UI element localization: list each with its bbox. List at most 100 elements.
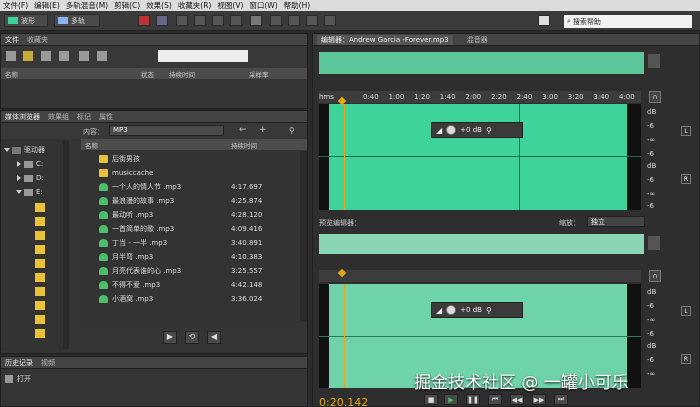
play-file-icon[interactable] (79, 51, 89, 61)
rewind-button[interactable]: ◀◀ (510, 394, 524, 405)
marquee-tool-icon[interactable] (270, 15, 282, 26)
menu-favorites[interactable]: 收藏夹(R) (175, 0, 215, 11)
time-ruler[interactable]: hms 0:40 1:00 1:20 1:40 2:00 2:20 2:40 3:00 3:20… (319, 91, 641, 103)
close-file-icon[interactable] (59, 51, 69, 61)
menu-window[interactable]: 窗口(W) (246, 0, 280, 11)
slip-tool-icon[interactable] (212, 15, 224, 26)
preview-ruler[interactable] (319, 270, 641, 282)
tree-folder[interactable] (35, 259, 45, 268)
preview-volume-knob[interactable] (446, 305, 457, 315)
preview-navigator-icon[interactable] (648, 236, 660, 250)
tree-drive-c[interactable]: C: (17, 157, 43, 171)
tree-folder[interactable] (35, 301, 45, 310)
pitch-icon[interactable] (156, 15, 168, 26)
list-item[interactable]: musiccache (81, 166, 299, 180)
filter-icon[interactable]: ⚲ (289, 126, 295, 135)
files-search-input[interactable] (158, 50, 248, 62)
menu-help[interactable]: 帮助(H) (281, 0, 314, 11)
tree-scrollbar[interactable] (63, 141, 69, 349)
list-item[interactable]: 丁当 - 一半 .mp3 3:40.891 (81, 236, 299, 250)
pin-icon[interactable]: ⚲ (486, 126, 492, 135)
tree-folder[interactable] (35, 273, 45, 282)
tab-history[interactable]: 历史记录 (5, 358, 33, 368)
move-tool-icon[interactable] (176, 15, 188, 26)
list-item[interactable]: 不得不爱 .mp3 4:42.148 (81, 278, 299, 292)
workspace-icon[interactable] (538, 15, 550, 26)
tree-folder[interactable] (35, 217, 45, 226)
list-item[interactable]: 后街男孩 (81, 152, 299, 166)
new-file-icon[interactable] (6, 51, 16, 61)
playhead[interactable] (344, 104, 345, 210)
tree-folder[interactable] (35, 287, 45, 296)
tree-folder[interactable] (35, 245, 45, 254)
tree-drive-d[interactable]: D: (17, 171, 44, 185)
volume-knob[interactable] (446, 125, 457, 135)
preview-pin-icon[interactable]: ⚲ (486, 306, 492, 315)
tab-files[interactable]: 文件 (5, 35, 19, 45)
overview-waveform[interactable] (319, 52, 644, 74)
spot-heal-icon[interactable] (324, 15, 336, 26)
menu-view[interactable]: 视图(V) (214, 0, 246, 11)
tab-markers[interactable]: 标记 (77, 112, 91, 122)
menu-file[interactable]: 文件(F) (0, 0, 31, 11)
menu-multitrack[interactable]: 多轨混音(M) (63, 0, 111, 11)
skip-end-button[interactable]: ⏭ (554, 394, 568, 405)
menu-edit[interactable]: 编辑(E) (31, 0, 63, 11)
auto-play-button[interactable]: ◀ (207, 331, 221, 344)
multitrack-view-button[interactable]: 多轨 (54, 14, 100, 27)
play-preview-button[interactable]: ▶ (163, 331, 177, 344)
time-select-icon[interactable] (230, 15, 242, 26)
list-item[interactable]: 月半弯 .mp3 4:10.383 (81, 250, 299, 264)
zoom-select[interactable]: 独立 (587, 216, 645, 227)
tab-effects-rack[interactable]: 效果组 (48, 112, 69, 122)
tree-folder[interactable] (35, 231, 45, 240)
tab-media-browser[interactable]: 媒体浏览器 (5, 112, 40, 122)
stop-button[interactable]: ■ (424, 394, 438, 405)
skip-start-button[interactable]: ⏮ (488, 394, 502, 405)
list-item[interactable]: 最浪漫的故事 .mp3 4:25.874 (81, 194, 299, 208)
tab-video[interactable]: 视频 (41, 358, 55, 368)
tab-favorites[interactable]: 收藏夹 (27, 35, 48, 45)
tree-folder[interactable] (35, 329, 45, 338)
preview-overview[interactable] (319, 234, 644, 254)
tree-drive-e[interactable]: E: (16, 185, 43, 199)
file-list-scrollbar[interactable] (300, 151, 307, 321)
preview-headphone-icon[interactable]: ∩ (649, 270, 661, 282)
tree-folder[interactable] (35, 203, 45, 212)
preview-channel-right-button[interactable]: R (681, 354, 691, 364)
menu-clip[interactable]: 剪辑(C) (111, 0, 143, 11)
waveform-view-button[interactable]: 波形 (4, 14, 48, 27)
tab-mixer[interactable]: 混音器 (467, 35, 488, 45)
channel-left-button[interactable]: L (681, 126, 691, 136)
preview-volume-control[interactable]: ◢ +0 dB ⚲ (431, 302, 523, 318)
brush-tool-icon[interactable] (306, 15, 318, 26)
list-item[interactable]: 一首简单的歌 .mp3 4:09.416 (81, 222, 299, 236)
menu-effects[interactable]: 效果(S) (143, 0, 175, 11)
history-item[interactable]: 打开 (5, 374, 31, 384)
tree-folder[interactable] (35, 315, 45, 324)
volume-control[interactable]: ◢ +0 dB ⚲ (431, 122, 523, 138)
search-help-field[interactable]: ⌕ 搜索帮助 (564, 15, 692, 28)
add-shortcut-icon[interactable]: + (259, 125, 267, 135)
play-button[interactable]: ▶ (444, 394, 458, 405)
preview-playhead[interactable] (344, 284, 345, 388)
spectral-icon[interactable] (138, 15, 150, 26)
zoom-navigator-icon[interactable] (648, 54, 660, 68)
list-item[interactable]: 小酒窝 .mp3 3:36.024 (81, 292, 299, 306)
pause-button[interactable]: ❚❚ (466, 394, 480, 405)
tab-properties[interactable]: 属性 (99, 112, 113, 122)
main-waveform[interactable] (319, 104, 641, 210)
open-file-icon[interactable] (23, 51, 33, 61)
content-select[interactable]: MP3 (109, 125, 224, 136)
channel-right-button[interactable]: R (681, 174, 691, 184)
headphone-icon[interactable]: ∩ (649, 91, 661, 103)
text-cursor-icon[interactable] (250, 15, 262, 26)
list-item[interactable]: 一个人的情人节 .mp3 4:17.697 (81, 180, 299, 194)
tab-editor[interactable]: 编辑器：Andrew Garcia -Forever.mp3 (317, 34, 453, 45)
loop-file-icon[interactable] (97, 51, 107, 61)
loop-preview-button[interactable]: ⟲ (185, 331, 199, 344)
list-item[interactable]: 月亮代表谁的心 .mp3 3:25.557 (81, 264, 299, 278)
preview-channel-left-button[interactable]: L (681, 306, 691, 316)
import-icon[interactable] (41, 51, 51, 61)
tree-drives[interactable]: 驱动器 (4, 143, 45, 157)
